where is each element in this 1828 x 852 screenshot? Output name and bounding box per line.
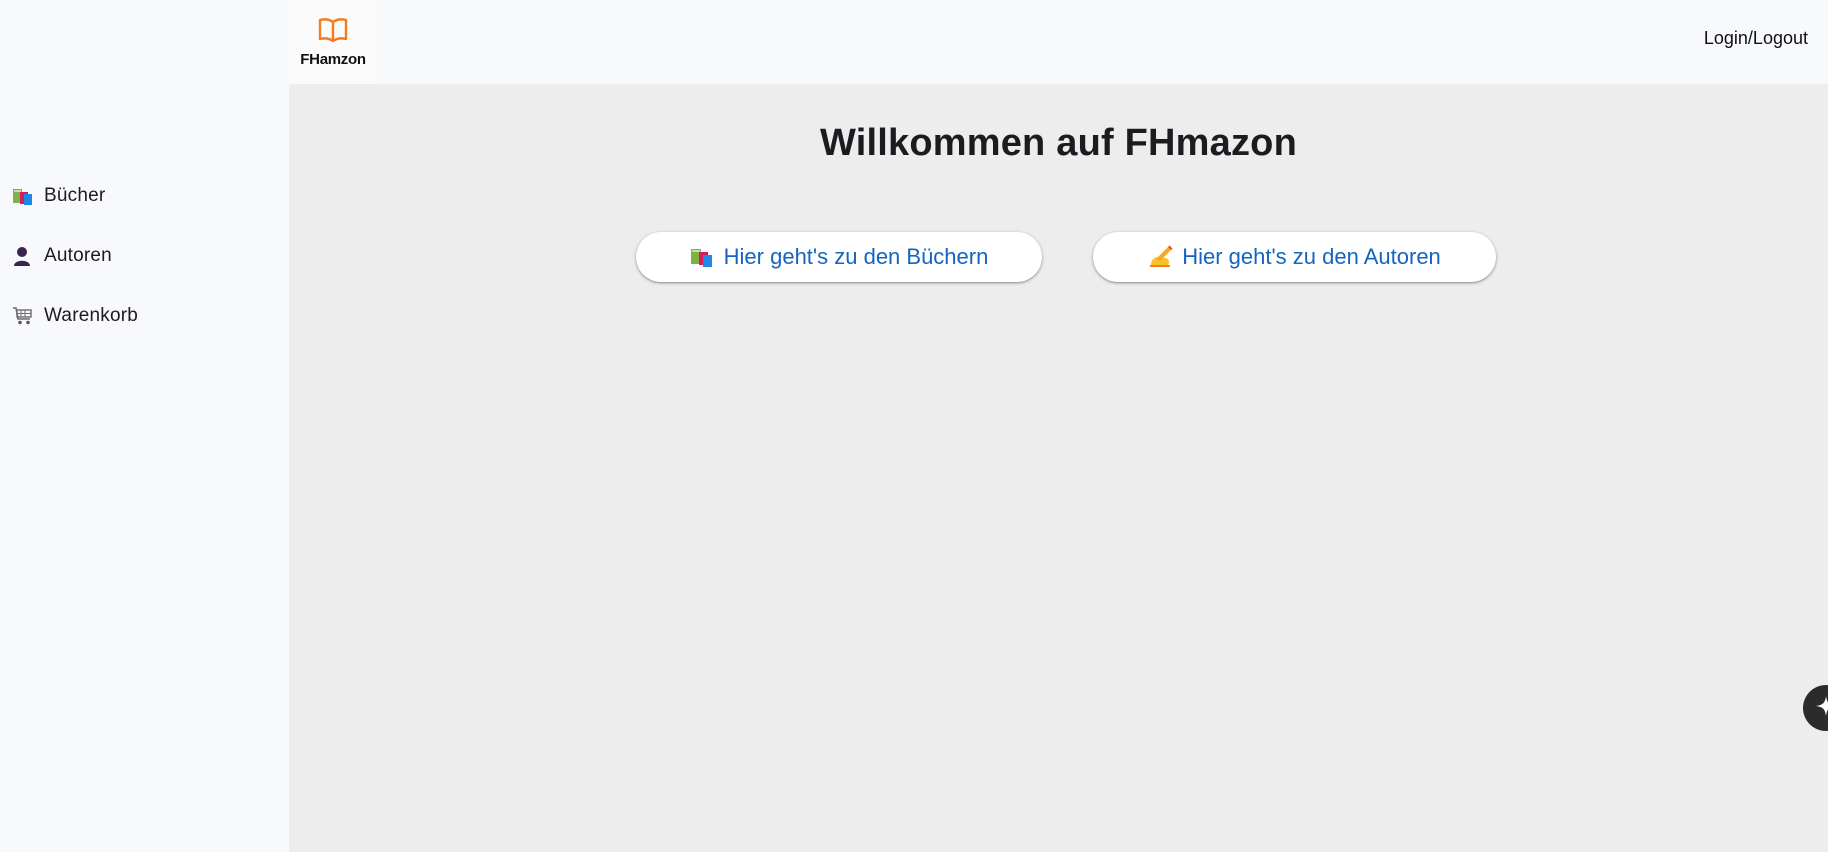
app-root: Bücher Autoren Warenkorb FHamzon Login/L… <box>0 0 1828 852</box>
sidebar-item-label: Autoren <box>44 245 112 266</box>
books-icon <box>690 245 716 269</box>
books-icon <box>12 183 38 209</box>
go-to-books-button[interactable]: Hier geht's zu den Büchern <box>636 232 1042 282</box>
go-to-books-label: Hier geht's zu den Büchern <box>723 244 989 269</box>
sidebar: Bücher Autoren Warenkorb <box>0 0 289 852</box>
go-to-authors-label: Hier geht's zu den Autoren <box>1182 244 1441 269</box>
writing-hand-icon <box>1148 245 1174 269</box>
sidebar-nav: Bücher Autoren Warenkorb <box>0 166 289 346</box>
sidebar-item-warenkorb[interactable]: Warenkorb <box>0 286 289 346</box>
person-icon <box>12 243 38 269</box>
sparkle-icon <box>1815 695 1828 722</box>
login-logout-link[interactable]: Login/Logout <box>1704 28 1808 49</box>
top-header: FHamzon Login/Logout <box>289 0 1828 84</box>
sidebar-item-buecher[interactable]: Bücher <box>0 166 289 226</box>
logo[interactable]: FHamzon <box>289 0 377 84</box>
shopping-cart-icon <box>12 303 38 329</box>
go-to-authors-button[interactable]: Hier geht's zu den Autoren <box>1093 232 1496 282</box>
sidebar-item-label: Bücher <box>44 185 106 206</box>
sidebar-item-autoren[interactable]: Autoren <box>0 226 289 286</box>
open-book-icon <box>318 17 348 48</box>
logo-text: FHamzon <box>300 50 366 68</box>
page-title: Willkommen auf FHmazon <box>820 122 1297 164</box>
sidebar-item-label: Warenkorb <box>44 305 139 326</box>
main-content: Willkommen auf FHmazon Hier geht's zu de… <box>289 84 1828 852</box>
